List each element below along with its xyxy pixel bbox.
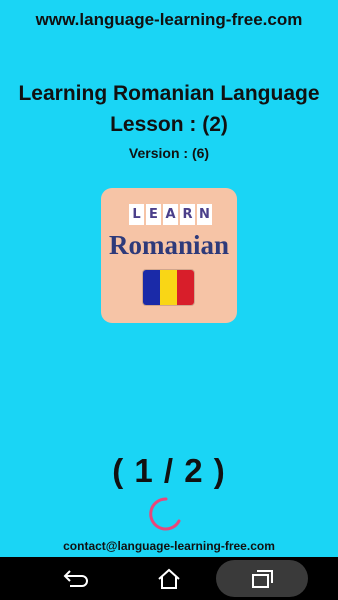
learn-letter: L	[129, 204, 144, 225]
home-icon	[158, 568, 180, 589]
flag-stripe-blue	[143, 270, 160, 305]
learn-letter: N	[197, 204, 212, 225]
recents-icon	[252, 569, 273, 588]
romania-flag-icon	[142, 269, 195, 306]
recents-button[interactable]	[216, 560, 308, 597]
lesson-number: Lesson : (2)	[110, 113, 228, 136]
learn-tiles: L E A R N	[129, 204, 212, 225]
learn-letter: E	[146, 204, 161, 225]
back-button[interactable]	[45, 557, 105, 600]
learn-letter: R	[180, 204, 195, 225]
flag-stripe-yellow	[160, 270, 177, 305]
contact-email: contact@language-learning-free.com	[63, 539, 275, 553]
version-label: Version : (6)	[128, 145, 210, 161]
page-counter: ( 1 / 2 )	[112, 452, 226, 489]
home-button[interactable]	[139, 557, 199, 600]
language-word: Romanian	[108, 230, 230, 260]
app-logo: L E A R N Romanian	[101, 188, 237, 323]
site-url: www.language-learning-free.com	[35, 10, 303, 29]
back-icon	[63, 569, 88, 587]
lesson-title: Learning Romanian Language	[18, 82, 320, 105]
navigation-bar	[0, 557, 338, 600]
loading-spinner-icon	[149, 497, 181, 531]
flag-stripe-red	[177, 270, 194, 305]
learn-letter: A	[163, 204, 178, 225]
